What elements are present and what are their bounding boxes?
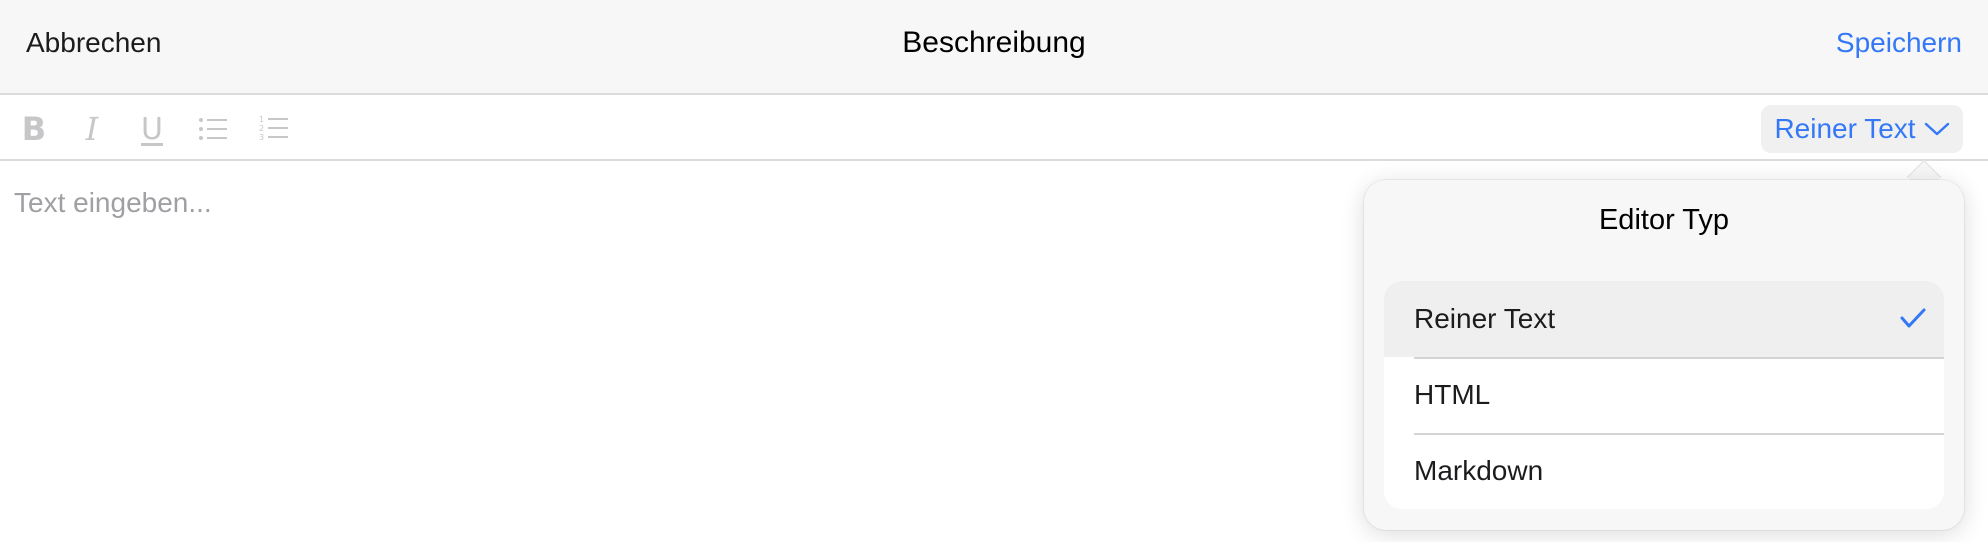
popover-title: Editor Typ — [1598, 204, 1730, 236]
editor-type-options: Reiner Text HTML Markdown — [1384, 281, 1944, 509]
svg-text:1: 1 — [259, 115, 264, 124]
bullet-list-button[interactable] — [191, 107, 235, 151]
bullet-list-icon — [199, 118, 227, 140]
save-button[interactable]: Speichern — [1836, 27, 1962, 59]
svg-text:3: 3 — [259, 133, 264, 142]
italic-button[interactable]: I — [70, 107, 114, 151]
editor-type-popover: Editor Typ Reiner Text HTML Markdown — [1364, 180, 1964, 530]
checkmark-icon — [1900, 308, 1926, 328]
underline-button[interactable]: U — [130, 107, 174, 151]
page-title: Beschreibung — [902, 26, 1086, 59]
option-html[interactable]: HTML — [1384, 357, 1944, 433]
editor-type-label: Reiner Text — [1774, 113, 1916, 144]
navigation-bar: Abbrechen Beschreibung Speichern — [0, 0, 1988, 95]
formatting-toolbar: B I U 123 Reiner Text — [0, 95, 1988, 161]
numbered-list-icon: 123 — [259, 115, 288, 142]
option-markdown[interactable]: Markdown — [1384, 433, 1944, 509]
option-plain-text[interactable]: Reiner Text — [1384, 281, 1944, 357]
option-label: HTML — [1414, 379, 1491, 410]
editor-type-picker[interactable]: Reiner Text — [1761, 105, 1963, 153]
option-label: Reiner Text — [1414, 303, 1556, 334]
editor-placeholder: Text eingeben... — [14, 187, 212, 218]
option-label: Markdown — [1414, 455, 1544, 486]
chevron-down-icon — [1924, 122, 1949, 136]
svg-text:2: 2 — [259, 124, 264, 133]
bold-button[interactable]: B — [12, 107, 56, 151]
numbered-list-button[interactable]: 123 — [252, 107, 296, 151]
